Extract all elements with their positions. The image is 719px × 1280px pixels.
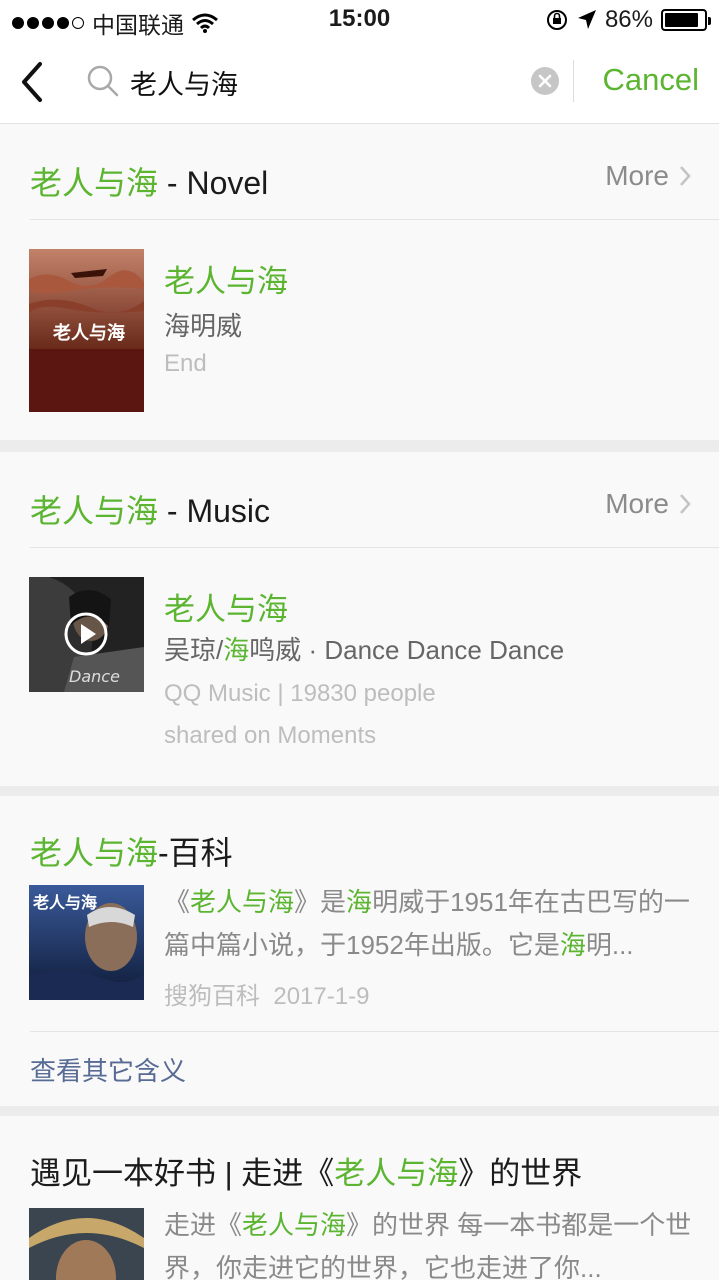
article-title-text: 遇见一本好书 | 走进《	[30, 1156, 335, 1191]
music-source-line1: QQ Music | 19830 people	[164, 680, 436, 707]
section-keyword: 老人与海	[30, 835, 159, 871]
search-input[interactable]	[130, 60, 520, 104]
keyword-highlight: 老人与海	[242, 1210, 347, 1240]
back-arrow-icon[interactable]	[18, 60, 48, 104]
status-right: 86%	[545, 6, 711, 34]
music-section: 老人与海 - Music More Dance 老人与海 吴琼/海鸣威 · Da…	[0, 452, 719, 786]
novel-section-title: 老人与海 - Novel	[30, 158, 268, 204]
baike-cover-title: 老人与海	[33, 893, 98, 912]
baike-source-name: 搜狗百科	[164, 983, 260, 1010]
keyword-highlight: 海	[346, 887, 373, 917]
section-gap	[0, 786, 719, 796]
music-album-cover[interactable]: Dance	[29, 577, 144, 692]
article-title-highlight: 老人与海	[334, 1156, 459, 1191]
description-text: 《	[164, 887, 191, 917]
clear-search-button[interactable]	[531, 67, 559, 95]
article-section[interactable]: 遇见一本好书 | 走进《老人与海》的世界 走进《老人与海》的世界 每一本书都是一…	[0, 1116, 719, 1280]
description-text: 明...	[585, 930, 634, 960]
other-meanings-link[interactable]: 查看其它含义	[30, 1051, 186, 1088]
section-keyword: 老人与海	[30, 165, 159, 201]
novel-section: 老人与海 - Novel More 老人与海 老人与海 海明威 End	[0, 124, 719, 440]
more-label: More	[605, 160, 669, 191]
divider	[30, 1031, 719, 1032]
article-description: 走进《老人与海》的世界 每一本书都是一个世界，你走进它的世界，它也走进了你...	[164, 1204, 694, 1280]
article-title[interactable]: 遇见一本好书 | 走进《老人与海》的世界	[30, 1148, 582, 1193]
section-type: - Music	[158, 493, 271, 529]
rotation-lock-icon	[546, 10, 567, 30]
novel-author: 海明威	[164, 311, 243, 341]
music-artist-album: 吴琼/海鸣威 · Dance Dance Dance	[164, 630, 564, 667]
article-cover-image[interactable]	[29, 1208, 144, 1280]
artist-text: 吴琼/	[164, 635, 224, 665]
svg-text:Dance: Dance	[69, 667, 120, 686]
divider	[573, 60, 574, 102]
battery-level	[665, 13, 698, 27]
novel-cover-title: 老人与海	[53, 323, 125, 344]
baike-section[interactable]: 老人与海-百科 老人与海 《老人与海》是海明威于1951年在古巴写的一篇中篇小说…	[0, 796, 719, 1106]
music-more-link[interactable]: More	[605, 488, 691, 520]
section-gap	[0, 440, 719, 452]
chevron-right-icon	[680, 166, 691, 186]
close-icon	[538, 74, 552, 88]
novel-status: End	[164, 350, 207, 377]
novel-more-link[interactable]: More	[605, 160, 691, 192]
novel-cover-image[interactable]: 老人与海	[29, 249, 144, 412]
divider	[30, 219, 719, 220]
cancel-button[interactable]: Cancel	[603, 62, 700, 98]
baike-section-title: 老人与海-百科	[30, 828, 233, 874]
baike-source: 搜狗百科 2017-1-9	[164, 976, 369, 1011]
divider	[30, 547, 719, 548]
music-section-title: 老人与海 - Music	[30, 486, 270, 532]
search-header: Cancel	[0, 40, 719, 124]
music-result-title[interactable]: 老人与海	[164, 584, 288, 629]
description-text: 》是	[294, 887, 347, 917]
battery-icon	[661, 9, 711, 31]
search-icon	[87, 65, 119, 97]
baike-cover-image[interactable]: 老人与海	[29, 885, 144, 1000]
section-type: - Novel	[158, 165, 269, 201]
keyword-highlight: 老人与海	[190, 887, 295, 917]
battery-percent: 86%	[604, 6, 653, 33]
play-icon[interactable]	[63, 611, 109, 657]
description-text: 走进《	[164, 1210, 243, 1240]
keyword-highlight: 海	[559, 930, 586, 960]
section-type: -百科	[158, 835, 233, 871]
chevron-right-icon	[680, 494, 691, 514]
artist-album-text: 鸣威 · Dance Dance Dance	[249, 635, 565, 665]
novel-result-title[interactable]: 老人与海	[164, 256, 288, 301]
section-keyword: 老人与海	[30, 493, 159, 529]
baike-description: 《老人与海》是海明威于1951年在古巴写的一篇中篇小说，于1952年出版。它是海…	[164, 881, 694, 967]
article-title-end: 》的世界	[458, 1156, 583, 1191]
more-label: More	[605, 488, 669, 519]
section-gap	[0, 1106, 719, 1116]
baike-date: 2017-1-9	[273, 983, 370, 1010]
status-bar: 中国联通 15:00 86%	[0, 0, 719, 40]
artist-highlight: 海	[223, 635, 250, 665]
location-icon	[577, 10, 596, 29]
music-source-line2: shared on Moments	[164, 722, 377, 749]
